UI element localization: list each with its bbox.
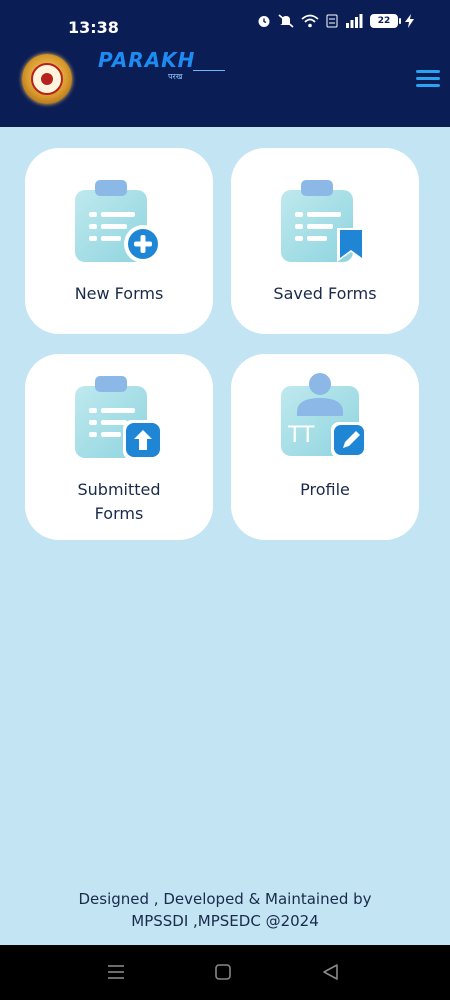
- volte-icon: [326, 14, 338, 28]
- profile-label: Profile: [300, 480, 350, 499]
- signal-icon: [346, 14, 363, 28]
- saved-forms-label: Saved Forms: [273, 284, 377, 303]
- hamburger-menu-icon[interactable]: [416, 70, 440, 90]
- status-bar: 13:38 22: [0, 0, 450, 44]
- footer-credits: Designed , Developed & Maintained by MPS…: [0, 888, 450, 932]
- app-header: 13:38 22 PARAKH परख: [0, 0, 450, 127]
- wifi-icon: [301, 14, 319, 28]
- new-forms-card[interactable]: New Forms: [25, 148, 213, 334]
- status-icons: 22: [257, 14, 414, 28]
- charging-icon: [405, 14, 414, 28]
- back-icon[interactable]: [321, 963, 341, 981]
- battery-icon: 22: [370, 14, 414, 28]
- battery-level: 22: [370, 14, 398, 28]
- submitted-forms-card[interactable]: Submitted Forms: [25, 354, 213, 540]
- profile-edit-icon: TT: [281, 373, 367, 458]
- clipboard-bookmark-icon: [281, 180, 365, 262]
- clipboard-upload-icon: [75, 376, 163, 460]
- parakh-logo: PARAKH परख: [98, 48, 228, 84]
- alarm-icon: [258, 16, 270, 27]
- footer-line-2: MPSSDI ,MPSEDC @2024: [131, 912, 319, 930]
- saved-forms-card[interactable]: Saved Forms: [231, 148, 419, 334]
- submitted-forms-label: Submitted Forms: [77, 480, 161, 523]
- government-emblem-logo: [22, 54, 72, 104]
- footer-line-1: Designed , Developed & Maintained by: [78, 890, 372, 908]
- logo-subtext: परख: [168, 72, 183, 81]
- home-icon[interactable]: [213, 963, 233, 981]
- logo-text: PARAKH: [98, 48, 196, 72]
- profile-card[interactable]: TT Profile: [231, 354, 419, 540]
- new-forms-label: New Forms: [74, 284, 164, 303]
- system-navigation-bar: [0, 945, 450, 1000]
- clipboard-plus-icon: [75, 180, 162, 263]
- svg-text:TT: TT: [287, 423, 315, 448]
- status-time: 13:38: [68, 18, 119, 37]
- recents-icon[interactable]: [106, 963, 126, 981]
- mute-icon: [278, 14, 294, 28]
